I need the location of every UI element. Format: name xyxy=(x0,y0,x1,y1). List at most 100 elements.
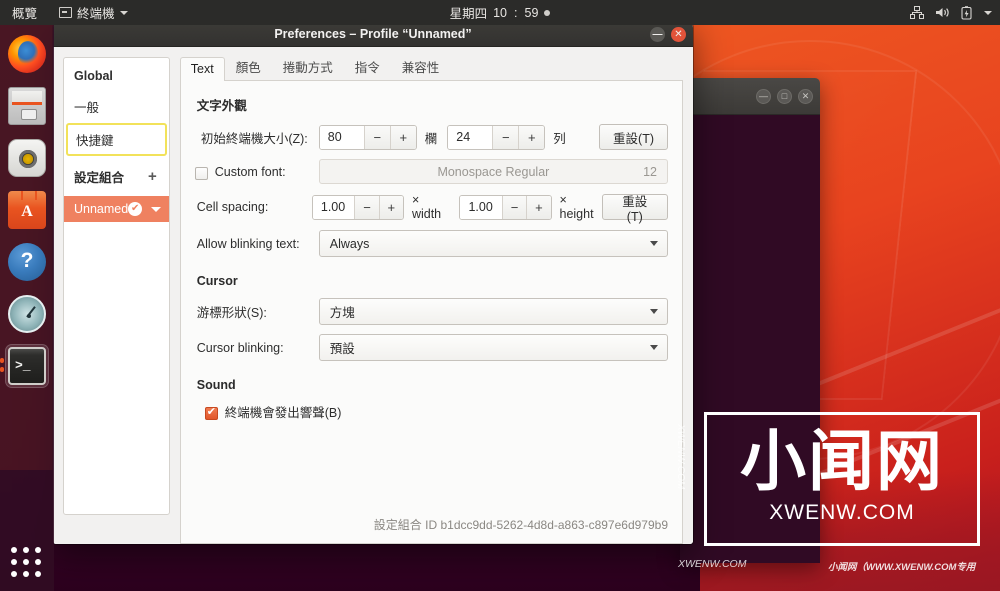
cursor-blinking-dropdown[interactable]: 預設 xyxy=(318,334,668,361)
tab-text[interactable]: Text xyxy=(179,57,225,81)
sidebar-item-profile-unnamed[interactable]: Unnamed ✔ xyxy=(64,196,169,222)
close-button[interactable]: ✕ xyxy=(671,27,686,42)
chevron-down-icon xyxy=(119,10,128,15)
grid-dot xyxy=(35,571,41,577)
rows-spinner[interactable]: 24 − + xyxy=(447,124,546,150)
columns-decrement-button[interactable]: − xyxy=(363,125,390,149)
cursor-shape-label: 游標形狀(S): xyxy=(196,306,267,320)
activities-button[interactable]: 概覽 xyxy=(8,1,41,24)
custom-font-label: Custom font: xyxy=(214,164,286,179)
allow-blinking-text-label: Allow blinking text: xyxy=(196,236,300,251)
volume-icon xyxy=(936,8,949,17)
rows-unit-label: 列 xyxy=(553,131,566,146)
columns-unit-label: 欄 xyxy=(424,131,438,146)
terminal-icon xyxy=(59,7,73,18)
sidebar-item-label: Unnamed xyxy=(74,202,129,216)
watermark-english-text: XWENW.COM xyxy=(769,501,915,524)
minimize-button[interactable]: — xyxy=(650,27,665,42)
rows-increment-button[interactable]: + xyxy=(518,125,545,149)
cell-width-unit-label: × width xyxy=(411,193,442,221)
cell-width-value[interactable]: 1.00 xyxy=(312,195,355,219)
disk-usage-icon xyxy=(8,295,46,333)
dock-item-files[interactable] xyxy=(5,84,49,128)
watermark-box: 小闻网 XWENW.COM xyxy=(704,412,980,546)
sidebar-item-label: Global xyxy=(74,69,113,83)
background-terminal-titlebar: — □ ✕ xyxy=(680,78,820,115)
preferences-body: Global 一般 快捷鍵 設定組合 + Unnamed ✔ Text 顏色 捲… xyxy=(53,47,693,544)
cell-height-unit-label: × height xyxy=(559,193,594,221)
dock-item-terminal[interactable] xyxy=(0,344,49,388)
watermark-chinese-text: 小闻网 xyxy=(740,423,944,500)
sidebar-item-label: 一般 xyxy=(74,101,100,115)
sidebar-item-general[interactable]: 一般 xyxy=(64,90,169,123)
rows-decrement-button[interactable]: − xyxy=(492,125,519,149)
watermark-side-text: XWENW.COM xyxy=(675,424,686,490)
cell-width-decrement-button[interactable]: − xyxy=(354,195,379,219)
clock-button[interactable]: 星期四 10 : 59 xyxy=(400,3,600,22)
initial-size-label: 初始終端機大小(Z): xyxy=(200,131,308,146)
row-terminal-bell: 終端機會發出響聲(B) xyxy=(195,402,668,421)
tab-compatibility[interactable]: 兼容性 xyxy=(391,52,451,81)
cell-width-increment-button[interactable]: + xyxy=(378,195,403,219)
background-terminal-maximize-button[interactable]: □ xyxy=(777,88,792,104)
tab-scrolling[interactable]: 捲動方式 xyxy=(272,52,344,81)
chevron-down-icon[interactable] xyxy=(151,206,162,212)
software-bag-icon xyxy=(8,191,46,229)
preferences-tabs: Text 顏色 捲動方式 指令 兼容性 xyxy=(179,52,683,81)
chevron-down-icon xyxy=(650,241,658,246)
dock-item-firefox[interactable] xyxy=(5,32,49,76)
grid-dot xyxy=(11,547,17,553)
cell-height-increment-button[interactable]: + xyxy=(526,195,551,219)
tab-command[interactable]: 指令 xyxy=(344,52,391,81)
cursor-shape-value: 方塊 xyxy=(329,306,355,320)
terminal-bell-checkbox[interactable] xyxy=(204,406,218,420)
cell-height-spinner[interactable]: 1.00 − + xyxy=(459,194,552,220)
background-terminal-close-button[interactable]: ✕ xyxy=(798,88,813,104)
system-menu-caret-icon[interactable] xyxy=(984,10,992,15)
font-chooser-button[interactable]: Monospace Regular 12 xyxy=(318,159,668,184)
clock-day-label: 星期四 xyxy=(449,7,488,21)
reset-cell-spacing-button[interactable]: 重設(T) xyxy=(601,194,668,224)
dock-item-disks[interactable] xyxy=(5,292,49,336)
columns-increment-button[interactable]: + xyxy=(389,125,416,149)
cursor-shape-dropdown[interactable]: 方塊 xyxy=(318,298,668,325)
clock-minute: 59 xyxy=(524,5,539,20)
show-applications-button[interactable] xyxy=(11,547,43,579)
tab-colors[interactable]: 顏色 xyxy=(225,52,272,81)
system-tray[interactable] xyxy=(910,5,992,20)
launcher-dock xyxy=(0,25,54,591)
columns-value[interactable]: 80 xyxy=(319,125,364,149)
cell-width-spinner[interactable]: 1.00 − + xyxy=(311,194,404,220)
preferences-title: Preferences – Profile “Unnamed” xyxy=(274,27,472,41)
chevron-down-icon xyxy=(650,345,658,350)
custom-font-checkbox[interactable] xyxy=(194,167,208,180)
section-title-text-appearance: 文字外觀 xyxy=(196,99,247,113)
dock-item-rhythmbox[interactable] xyxy=(5,136,49,180)
sidebar-item-global[interactable]: Global xyxy=(64,58,169,90)
cell-height-decrement-button[interactable]: − xyxy=(501,195,527,219)
dock-item-help[interactable] xyxy=(5,240,49,284)
tab-panel-text: 文字外觀 初始終端機大小(Z): 80 − + 欄 24 − + 列 重設(T)… xyxy=(179,81,683,544)
app-menu-button[interactable]: 終端機 xyxy=(55,1,132,24)
dock-item-ubuntu-software[interactable] xyxy=(5,188,49,232)
preferences-titlebar: Preferences – Profile “Unnamed” — ✕ xyxy=(53,22,693,47)
cell-height-value[interactable]: 1.00 xyxy=(460,195,502,219)
firefox-icon xyxy=(8,35,46,73)
sidebar-item-shortcuts[interactable]: 快捷鍵 xyxy=(66,123,167,156)
background-terminal-minimize-button[interactable]: — xyxy=(756,88,771,104)
font-size-label: 12 xyxy=(643,164,657,179)
columns-spinner[interactable]: 80 − + xyxy=(318,124,417,150)
reset-terminal-size-button[interactable]: 重設(T) xyxy=(599,124,668,150)
cursor-blinking-value: 預設 xyxy=(329,342,355,356)
allow-blinking-text-dropdown[interactable]: Always xyxy=(318,230,668,257)
cursor-blinking-label: Cursor blinking: xyxy=(196,340,284,355)
section-title-cursor: Cursor xyxy=(196,274,238,288)
preferences-dialog: Preferences – Profile “Unnamed” — ✕ Glob… xyxy=(53,22,693,544)
rows-value[interactable]: 24 xyxy=(448,125,493,149)
grid-dot xyxy=(11,559,17,565)
add-profile-button[interactable]: + xyxy=(148,169,159,184)
sidebar-item-profiles[interactable]: 設定組合 + xyxy=(64,156,169,193)
row-initial-terminal-size: 初始終端機大小(Z): 80 − + 欄 24 − + 列 重設(T) xyxy=(195,124,668,150)
row-custom-font: Custom font: Monospace Regular 12 xyxy=(194,159,668,184)
watermark-footer-right: 小闻网（WWW.XWENW.COM专用 xyxy=(828,562,976,573)
